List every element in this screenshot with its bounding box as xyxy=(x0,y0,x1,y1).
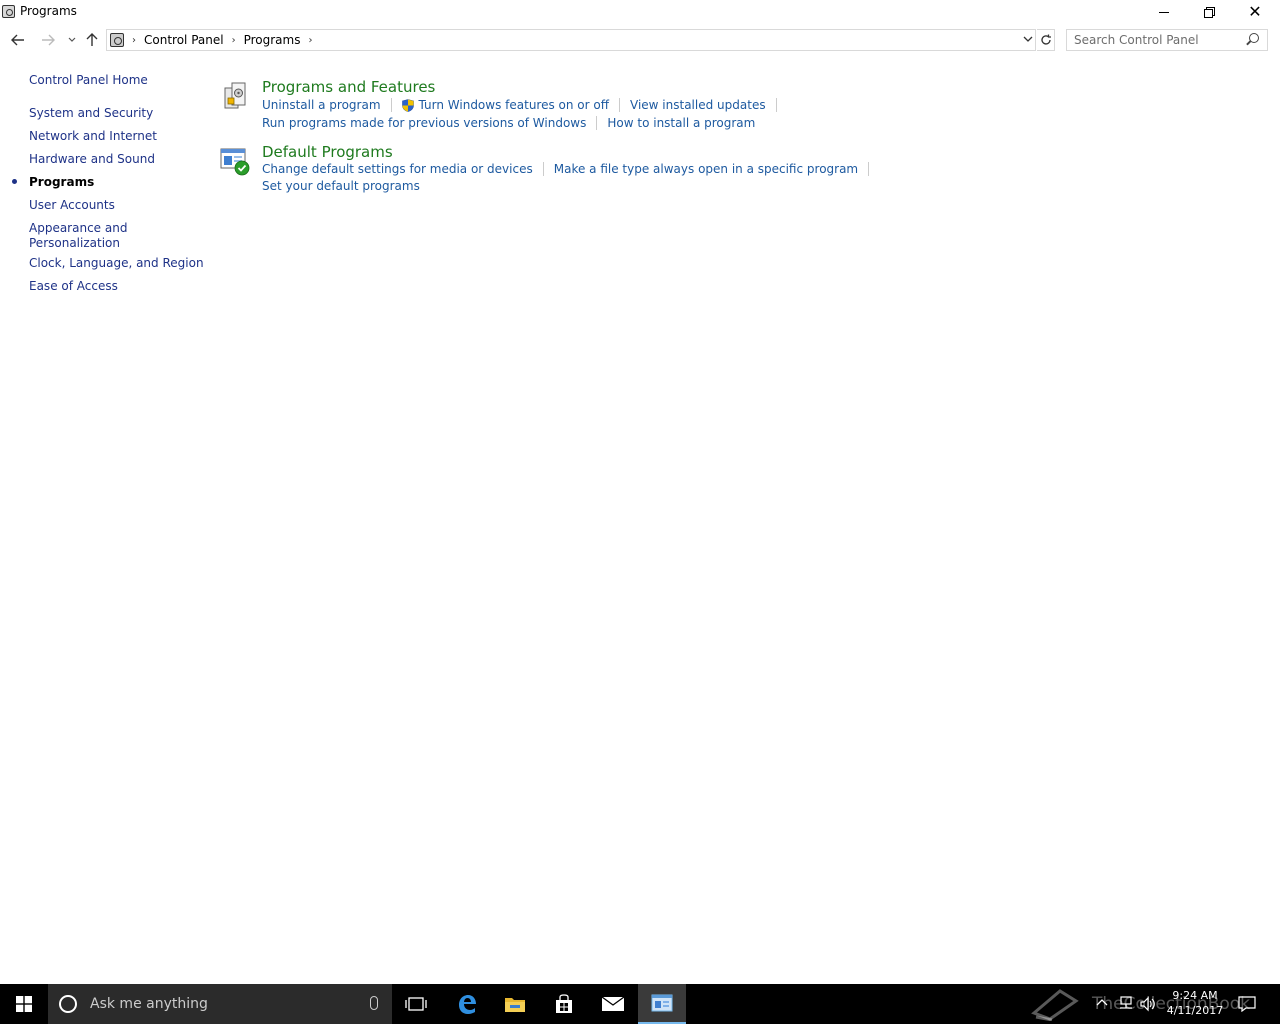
restore-button[interactable] xyxy=(1186,0,1232,24)
control-panel-window: Programs ✕ › Control Panel › Programs › xyxy=(0,0,1280,984)
taskbar: Ask me anything TheCollectionBook 9:24 A… xyxy=(0,984,1280,1024)
windows-logo-icon xyxy=(16,996,32,1012)
task-view-button[interactable] xyxy=(392,984,440,1024)
run-older-programs-link[interactable]: Run programs made for previous versions … xyxy=(262,116,586,130)
sidebar-item-ease-of-access[interactable]: Ease of Access xyxy=(29,279,118,294)
mail-icon xyxy=(601,996,625,1011)
store-button[interactable] xyxy=(540,984,588,1024)
divider xyxy=(868,162,870,176)
search-box[interactable] xyxy=(1066,29,1268,51)
forward-button[interactable] xyxy=(38,30,58,50)
restore-icon xyxy=(1204,7,1215,18)
volume-icon[interactable] xyxy=(1140,996,1156,1012)
windows-features-link[interactable]: Turn Windows features on or off xyxy=(419,98,610,112)
set-default-programs-link[interactable]: Set your default programs xyxy=(262,179,420,193)
media-defaults-link[interactable]: Change default settings for media or dev… xyxy=(262,162,533,176)
arrow-up-icon xyxy=(86,33,98,46)
divider xyxy=(619,98,621,112)
divider xyxy=(390,98,392,112)
view-installed-updates-link[interactable]: View installed updates xyxy=(630,98,766,112)
uninstall-program-link[interactable]: Uninstall a program xyxy=(262,98,381,112)
breadcrumb-control-panel[interactable]: Control Panel xyxy=(144,33,224,47)
clock-time: 9:24 AM xyxy=(1172,989,1218,1002)
chevron-right-icon[interactable]: › xyxy=(232,35,236,46)
control-panel-icon xyxy=(2,5,15,18)
microphone-icon[interactable] xyxy=(370,996,378,1010)
back-button[interactable] xyxy=(8,30,28,50)
folder-icon xyxy=(505,998,525,1012)
divider xyxy=(596,116,598,130)
default-programs-title[interactable]: Default Programs xyxy=(262,143,393,161)
minimize-button[interactable] xyxy=(1141,0,1187,24)
arrow-left-icon xyxy=(11,34,24,46)
action-center-icon[interactable] xyxy=(1238,996,1256,1012)
sidebar-item-system-and-security[interactable]: System and Security xyxy=(29,106,153,121)
uac-shield-icon xyxy=(401,98,414,112)
address-dropdown-button[interactable] xyxy=(1023,33,1033,46)
search-input[interactable] xyxy=(1074,30,1244,50)
arrow-right-icon xyxy=(42,34,55,46)
store-icon xyxy=(556,994,572,1013)
sidebar-item-appearance-and-personalization[interactable]: Appearance and Personalization xyxy=(29,221,127,251)
cortana-search-box[interactable]: Ask me anything xyxy=(48,984,392,1024)
start-button[interactable] xyxy=(0,984,48,1024)
control-panel-icon xyxy=(651,994,673,1012)
recent-locations-button[interactable] xyxy=(62,30,82,50)
programs-and-features-icon xyxy=(224,82,246,109)
file-type-association-link[interactable]: Make a file type always open in a specif… xyxy=(554,162,858,176)
programs-and-features-tasks: Uninstall a program Turn Windows feature… xyxy=(262,96,787,132)
sidebar-item-programs: Programs xyxy=(29,175,95,189)
control-panel-icon xyxy=(110,33,124,47)
edge-browser-button[interactable] xyxy=(443,984,491,1024)
sidebar-item-network-and-internet[interactable]: Network and Internet xyxy=(29,129,157,144)
default-programs-icon xyxy=(220,148,250,176)
close-button[interactable]: ✕ xyxy=(1232,0,1278,24)
mail-button[interactable] xyxy=(589,984,637,1024)
task-view-icon xyxy=(405,997,427,1011)
search-icon[interactable] xyxy=(1249,33,1259,43)
chevron-right-icon[interactable]: › xyxy=(132,35,136,46)
chevron-right-icon[interactable]: › xyxy=(308,35,312,46)
how-to-install-link[interactable]: How to install a program xyxy=(607,116,755,130)
active-item-bullet xyxy=(12,179,17,184)
refresh-icon xyxy=(1040,34,1051,45)
cortana-placeholder: Ask me anything xyxy=(90,996,208,1012)
window-title: Programs xyxy=(20,4,77,18)
sidebar-item-label: Personalization xyxy=(29,236,120,250)
network-icon[interactable] xyxy=(1118,996,1134,1012)
programs-and-features-title[interactable]: Programs and Features xyxy=(262,78,435,96)
sidebar-item-control-panel-home[interactable]: Control Panel Home xyxy=(29,73,148,88)
sidebar-item-hardware-and-sound[interactable]: Hardware and Sound xyxy=(29,152,155,167)
chevron-down-icon xyxy=(1023,36,1033,42)
sidebar-item-clock-language-region[interactable]: Clock, Language, and Region xyxy=(29,256,204,271)
sidebar-item-label: Appearance and xyxy=(29,221,128,235)
control-panel-taskbar-button[interactable] xyxy=(638,984,686,1024)
title-bar: Programs ✕ xyxy=(0,0,1280,24)
chevron-up-icon[interactable] xyxy=(1096,998,1108,1006)
up-button[interactable] xyxy=(82,30,102,50)
close-icon: ✕ xyxy=(1248,2,1262,21)
refresh-button[interactable] xyxy=(1037,29,1055,51)
edge-icon xyxy=(459,995,476,1014)
system-clock[interactable]: 9:24 AM 4/11/2017 xyxy=(1160,988,1230,1018)
minimize-icon xyxy=(1159,11,1169,13)
divider xyxy=(775,98,777,112)
book-icon xyxy=(1031,989,1079,1021)
file-explorer-button[interactable] xyxy=(491,984,539,1024)
address-bar[interactable]: › Control Panel › Programs › xyxy=(106,29,1036,51)
sidebar-item-user-accounts[interactable]: User Accounts xyxy=(29,198,115,213)
breadcrumb-programs[interactable]: Programs xyxy=(244,33,301,47)
divider xyxy=(542,162,544,176)
cortana-icon xyxy=(59,995,77,1013)
default-programs-tasks: Change default settings for media or dev… xyxy=(262,160,879,194)
chevron-down-icon xyxy=(68,37,76,42)
navigation-bar: › Control Panel › Programs › xyxy=(0,28,1280,52)
clock-date: 4/11/2017 xyxy=(1166,1004,1224,1017)
